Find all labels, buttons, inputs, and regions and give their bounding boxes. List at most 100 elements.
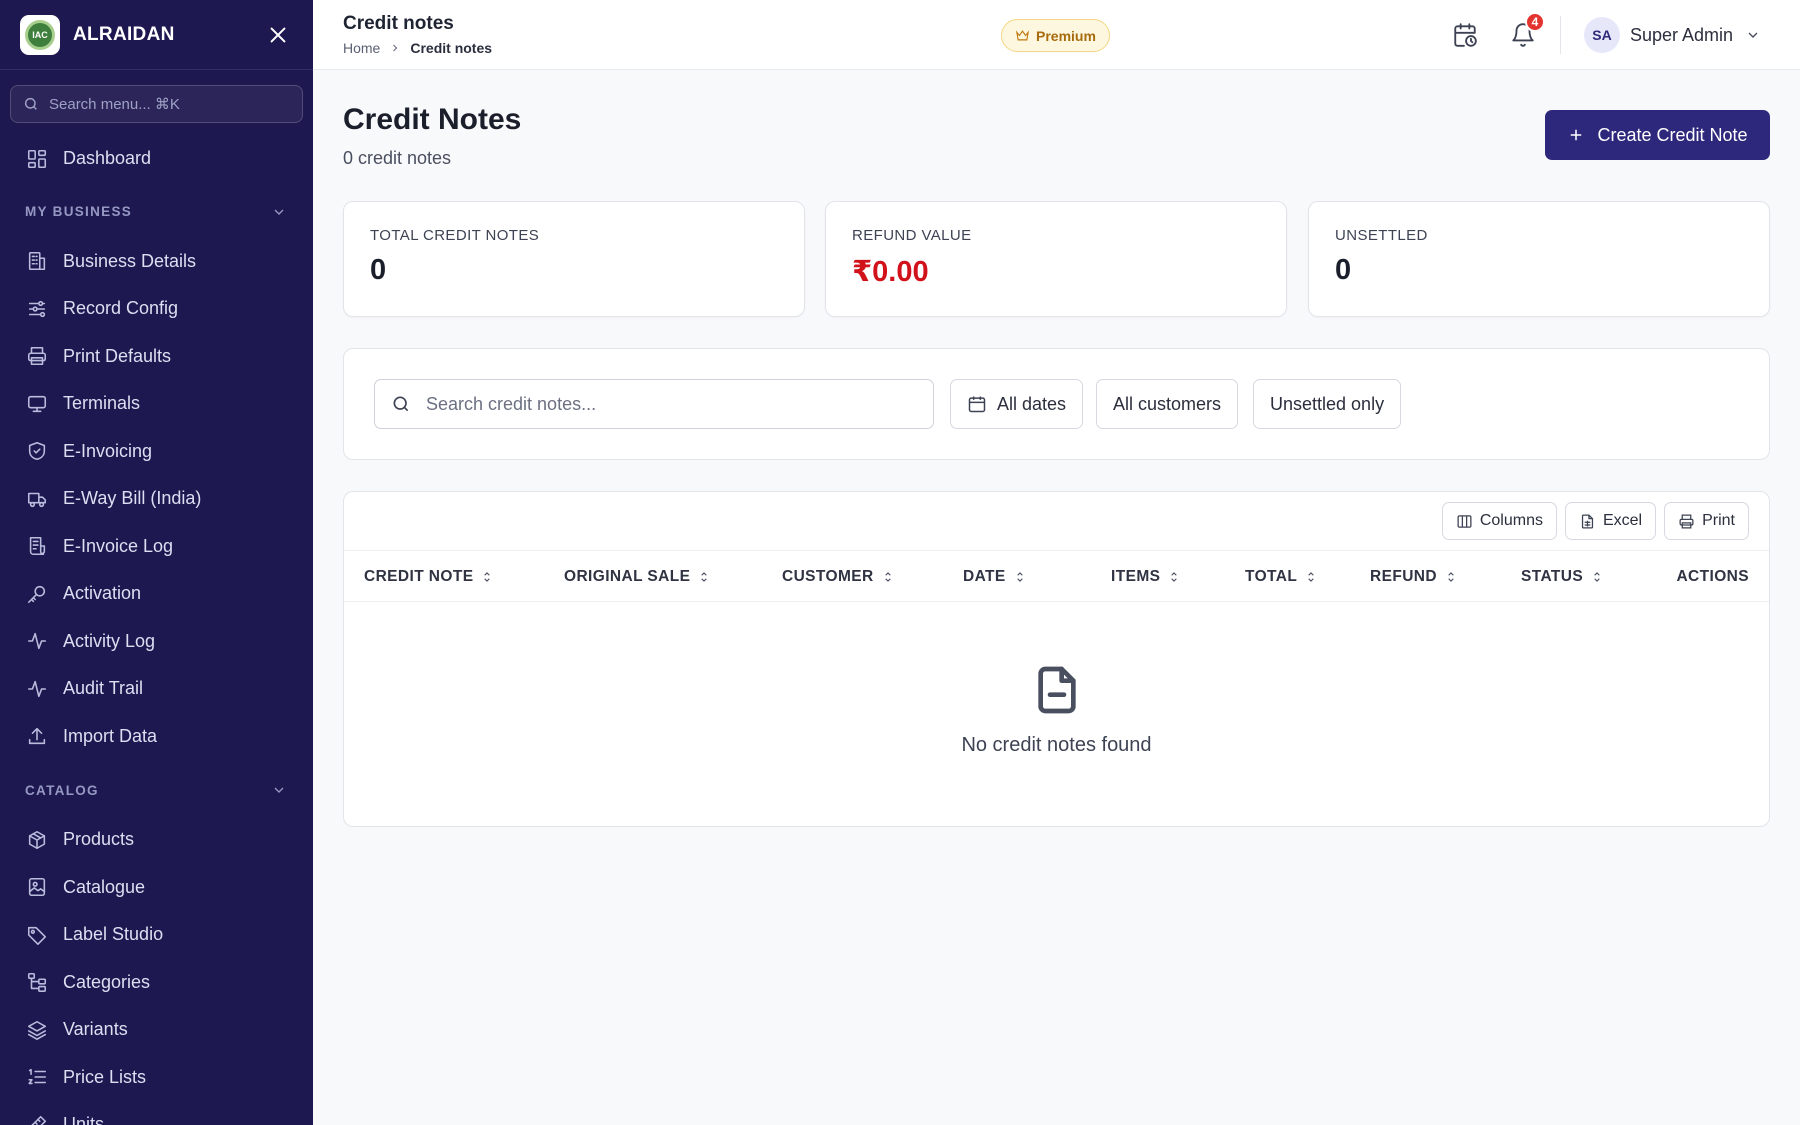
column-header-total[interactable]: TOTAL — [1245, 551, 1318, 603]
create-credit-note-button[interactable]: Create Credit Note — [1545, 110, 1770, 160]
print-button[interactable]: Print — [1664, 502, 1749, 540]
sort-icon — [1308, 572, 1314, 582]
close-sidebar-button[interactable] — [263, 20, 293, 50]
key-icon — [26, 583, 48, 605]
column-header-label: REFUND — [1370, 568, 1437, 585]
sidebar-item-label: Audit Trail — [63, 678, 144, 699]
topbar: Credit notes Home Credit notes Premium 4… — [313, 0, 1800, 70]
sidebar-item-import-data[interactable]: Import Data — [0, 713, 313, 761]
sidebar-item-label: Variants — [63, 1019, 128, 1040]
columns-button[interactable]: Columns — [1441, 502, 1557, 540]
table-header: CREDIT NOTE ORIGINAL SALE CUSTOMER DATE … — [344, 550, 1769, 602]
sidebar-item-activation[interactable]: Activation — [0, 570, 313, 618]
upload-icon — [26, 725, 48, 747]
breadcrumb-home[interactable]: Home — [343, 40, 380, 56]
filter-bar: All dates All customers Unsettled only — [343, 348, 1770, 460]
brand-logo[interactable]: IAC — [20, 14, 60, 55]
unsettled-filter-button[interactable]: Unsettled only — [1253, 379, 1402, 429]
search-icon — [393, 396, 409, 412]
sidebar-item-label: Catalogue — [63, 876, 146, 897]
sidebar-item-label: E-Way Bill (India) — [63, 488, 202, 509]
sidebar-item-label: Print Defaults — [63, 345, 172, 366]
sidebar-item-variants[interactable]: Variants — [0, 1006, 313, 1054]
column-header-actions: ACTIONS — [1676, 551, 1749, 603]
sidebar-item-terminals[interactable]: Terminals — [0, 380, 313, 428]
notification-count-badge: 4 — [1525, 12, 1545, 32]
stat-label: UNSETTLED — [1335, 227, 1428, 244]
sidebar-section-my-business[interactable]: MY BUSINESS — [0, 186, 313, 238]
sidebar-item-audit-trail[interactable]: Audit Trail — [0, 665, 313, 713]
sidebar-item-business-details[interactable]: Business Details — [0, 238, 313, 286]
calendar-clock-button[interactable] — [1450, 20, 1480, 50]
sidebar-item-products[interactable]: Products — [0, 816, 313, 864]
activity-icon — [26, 678, 48, 700]
calendar-clock-icon — [1454, 23, 1477, 47]
calendar-icon — [968, 396, 986, 413]
sidebar-item-units[interactable]: Units — [0, 1101, 313, 1125]
chevron-down-icon — [1748, 32, 1758, 38]
column-header-refund[interactable]: REFUND — [1370, 551, 1458, 603]
column-header-date[interactable]: DATE — [963, 551, 1027, 603]
empty-state-message: No credit notes found — [961, 734, 1152, 756]
sidebar-item-e-invoice-log[interactable]: E-Invoice Log — [0, 523, 313, 571]
brand-logo-mark: IAC — [25, 19, 55, 50]
sidebar-item-label-studio[interactable]: Label Studio — [0, 911, 313, 959]
stat-label: TOTAL CREDIT NOTES — [370, 227, 540, 244]
sidebar-item-e-invoicing[interactable]: E-Invoicing — [0, 428, 313, 476]
date-filter-label: All dates — [997, 393, 1067, 414]
stat-card-refund-value: REFUND VALUE ₹0.00 — [825, 201, 1287, 317]
sort-icon — [884, 572, 891, 582]
column-header-status[interactable]: STATUS — [1521, 551, 1604, 603]
sidebar-search[interactable] — [10, 85, 303, 123]
avatar: SA — [1584, 17, 1620, 53]
sidebar-item-label: Products — [63, 829, 135, 850]
column-header-original-sale[interactable]: ORIGINAL SALE — [564, 551, 711, 603]
sidebar-section-catalog[interactable]: CATALOG — [0, 764, 313, 816]
sidebar-item-label: Terminals — [63, 393, 141, 414]
sidebar-item-categories[interactable]: Categories — [0, 959, 313, 1007]
sidebar-item-price-lists[interactable]: Price Lists — [0, 1054, 313, 1102]
sidebar-search-input[interactable] — [49, 95, 269, 113]
premium-badge[interactable]: Premium — [1001, 19, 1110, 52]
chevron-down-icon — [274, 209, 284, 215]
credit-notes-search-input[interactable] — [426, 393, 906, 415]
notifications-button[interactable]: 4 — [1508, 12, 1545, 50]
sidebar-item-print-defaults[interactable]: Print Defaults — [0, 333, 313, 381]
column-header-credit-note[interactable]: CREDIT NOTE — [364, 551, 494, 603]
sidebar-item-activity-log[interactable]: Activity Log — [0, 618, 313, 666]
credit-notes-search[interactable] — [374, 379, 934, 429]
sidebar-item-catalogue[interactable]: Catalogue — [0, 864, 313, 912]
sort-icon — [1594, 572, 1600, 582]
stat-value: ₹0.00 — [852, 256, 929, 288]
column-header-label: DATE — [963, 568, 1006, 585]
excel-label: Excel — [1602, 512, 1643, 529]
chevron-down-icon — [274, 787, 284, 793]
date-filter-button[interactable]: All dates — [950, 379, 1084, 429]
sidebar-item-dashboard[interactable]: Dashboard — [0, 135, 313, 183]
customer-filter-button[interactable]: All customers — [1096, 379, 1239, 429]
image-icon — [26, 876, 48, 898]
excel-export-button[interactable]: Excel — [1564, 502, 1657, 540]
section-title: MY BUSINESS — [25, 204, 133, 219]
user-menu[interactable]: SA Super Admin — [1584, 17, 1761, 53]
create-credit-note-label: Create Credit Note — [1597, 124, 1748, 145]
sidebar-item-label: Dashboard — [63, 148, 152, 169]
column-header-customer[interactable]: CUSTOMER — [782, 551, 895, 603]
page-title: Credit Notes — [343, 103, 522, 136]
sidebar-item-label: E-Invoice Log — [63, 535, 174, 556]
sidebar-item-record-config[interactable]: Record Config — [0, 285, 313, 333]
chevron-right-icon — [389, 42, 401, 54]
sidebar-item-label: Price Lists — [63, 1066, 147, 1087]
column-header-label: CUSTOMER — [782, 568, 874, 585]
sidebar-item-label: E-Invoicing — [63, 440, 153, 461]
file-spreadsheet-icon — [1581, 513, 1594, 529]
sidebar-item-e-way-bill[interactable]: E-Way Bill (India) — [0, 475, 313, 523]
column-header-label: STATUS — [1521, 568, 1584, 585]
empty-state: No credit notes found — [344, 662, 1769, 757]
unsettled-filter-label: Unsettled only — [1270, 393, 1385, 414]
breadcrumb: Home Credit notes — [343, 40, 492, 56]
breadcrumb-current: Credit notes — [410, 40, 493, 56]
column-header-items[interactable]: ITEMS — [1111, 551, 1181, 603]
column-header-label: ORIGINAL SALE — [564, 568, 691, 585]
user-name: Super Admin — [1630, 24, 1734, 45]
